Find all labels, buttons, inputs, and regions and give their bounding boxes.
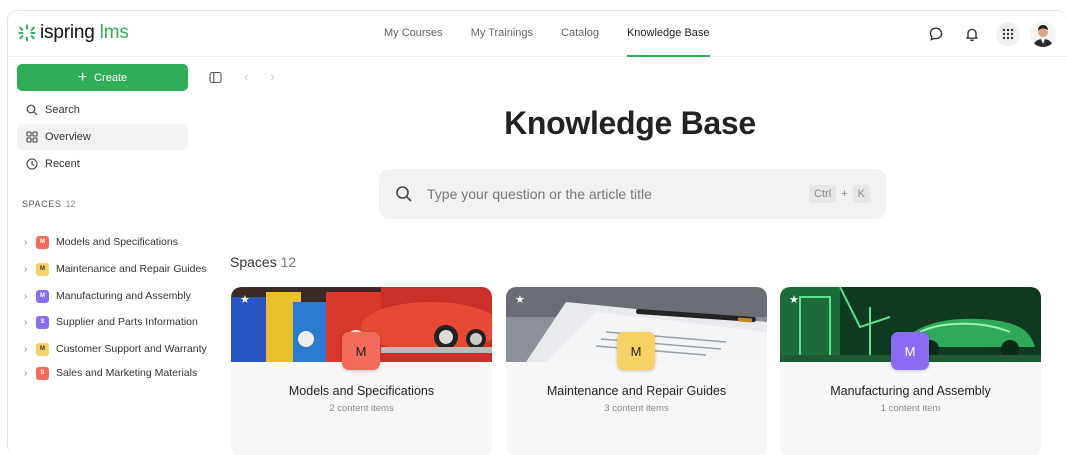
apps-grid-icon[interactable] xyxy=(996,22,1020,46)
brand-name: ispring lms xyxy=(40,22,129,43)
space-badge: S xyxy=(36,315,49,329)
card-content-count: 2 content items xyxy=(329,403,394,414)
user-avatar[interactable] xyxy=(1030,21,1056,47)
grid-icon xyxy=(26,131,38,143)
space-badge: S xyxy=(36,366,49,380)
sidebar-space-item[interactable]: › S Sales and Marketing Materials xyxy=(24,363,197,383)
keyboard-shortcut: Ctrl + K xyxy=(809,185,870,203)
space-card[interactable]: ★ M Models and Specifications 2 content … xyxy=(231,287,492,455)
favorite-star-icon[interactable]: ★ xyxy=(240,293,250,306)
space-badge: M xyxy=(36,289,49,303)
sidebar-space-item[interactable]: › M Customer Support and Warranty xyxy=(24,339,207,359)
chevron-right-icon[interactable]: › xyxy=(24,237,36,248)
chat-icon[interactable] xyxy=(924,22,948,46)
favorite-star-icon[interactable]: ★ xyxy=(789,293,799,306)
card-title: Maintenance and Repair Guides xyxy=(546,384,727,398)
app-window: ispring lms My Courses My Trainings Cata… xyxy=(7,10,1067,455)
sidebar-space-item[interactable]: › M Models and Specifications xyxy=(24,232,178,252)
search-icon xyxy=(396,186,412,202)
header-actions xyxy=(912,21,1056,47)
space-letter-badge: M xyxy=(617,332,655,370)
page-title: Knowledge Base xyxy=(504,105,756,141)
chevron-right-icon[interactable]: › xyxy=(24,344,36,355)
card-content-count: 1 content item xyxy=(880,403,941,414)
nav-my-trainings[interactable]: My Trainings xyxy=(471,11,533,57)
back-arrow-icon[interactable]: ‹ xyxy=(244,69,248,84)
sidebar-spaces-header: SPACES 12 xyxy=(22,199,76,209)
sidebar-link-search[interactable]: Search xyxy=(17,97,188,123)
card-title: Models and Specifications xyxy=(288,384,435,398)
space-letter-badge: M xyxy=(342,332,380,370)
card-title: Manufacturing and Assembly xyxy=(830,384,991,398)
sidebar-space-item[interactable]: › M Manufacturing and Assembly xyxy=(24,286,191,306)
search-icon xyxy=(26,104,38,116)
spaces-section-title: Spaces 12 xyxy=(230,254,297,270)
sidebar-toggle-icon[interactable] xyxy=(209,71,222,89)
forward-arrow-icon[interactable]: › xyxy=(270,69,274,84)
space-badge: M xyxy=(36,342,49,356)
history-nav: ‹ › xyxy=(244,69,297,84)
chevron-right-icon[interactable]: › xyxy=(24,317,36,328)
space-card[interactable]: ★ M Manufacturing and Assembly 1 content… xyxy=(780,287,1041,455)
sidebar-link-overview[interactable]: Overview xyxy=(17,124,188,150)
sidebar-space-item[interactable]: › S Supplier and Parts Information xyxy=(24,312,198,332)
search-placeholder: Type your question or the article title xyxy=(427,186,652,202)
chevron-right-icon[interactable]: › xyxy=(24,264,36,275)
top-bar: ispring lms My Courses My Trainings Cata… xyxy=(8,11,1067,57)
space-letter-badge: M xyxy=(891,332,929,370)
nav-catalog[interactable]: Catalog xyxy=(561,11,599,57)
nav-my-courses[interactable]: My Courses xyxy=(384,11,443,57)
space-card[interactable]: ★ M Maintenance and Repair Guides 3 cont… xyxy=(506,287,767,455)
card-content-count: 3 content items xyxy=(604,403,669,414)
chevron-right-icon[interactable]: › xyxy=(24,368,36,379)
plus-icon: + xyxy=(77,68,88,86)
clock-icon xyxy=(26,158,38,170)
ispring-logo-icon xyxy=(18,24,36,42)
space-badge: M xyxy=(36,262,49,276)
sidebar: + Create Search Overview Recent SPACES 12… xyxy=(8,57,208,455)
favorite-star-icon[interactable]: ★ xyxy=(515,293,525,306)
create-button[interactable]: + Create xyxy=(17,64,188,91)
space-badge: M xyxy=(36,235,49,249)
bell-icon[interactable] xyxy=(960,22,984,46)
main-nav: My Courses My Trainings Catalog Knowledg… xyxy=(384,11,738,57)
nav-knowledge-base[interactable]: Knowledge Base xyxy=(626,11,710,57)
knowledge-search-input[interactable]: Type your question or the article title … xyxy=(379,169,886,219)
sidebar-space-item[interactable]: › M Maintenance and Repair Guides xyxy=(24,259,207,279)
chevron-right-icon[interactable]: › xyxy=(24,291,36,302)
brand-logo[interactable]: ispring lms xyxy=(18,21,129,45)
sidebar-link-recent[interactable]: Recent xyxy=(17,151,188,177)
